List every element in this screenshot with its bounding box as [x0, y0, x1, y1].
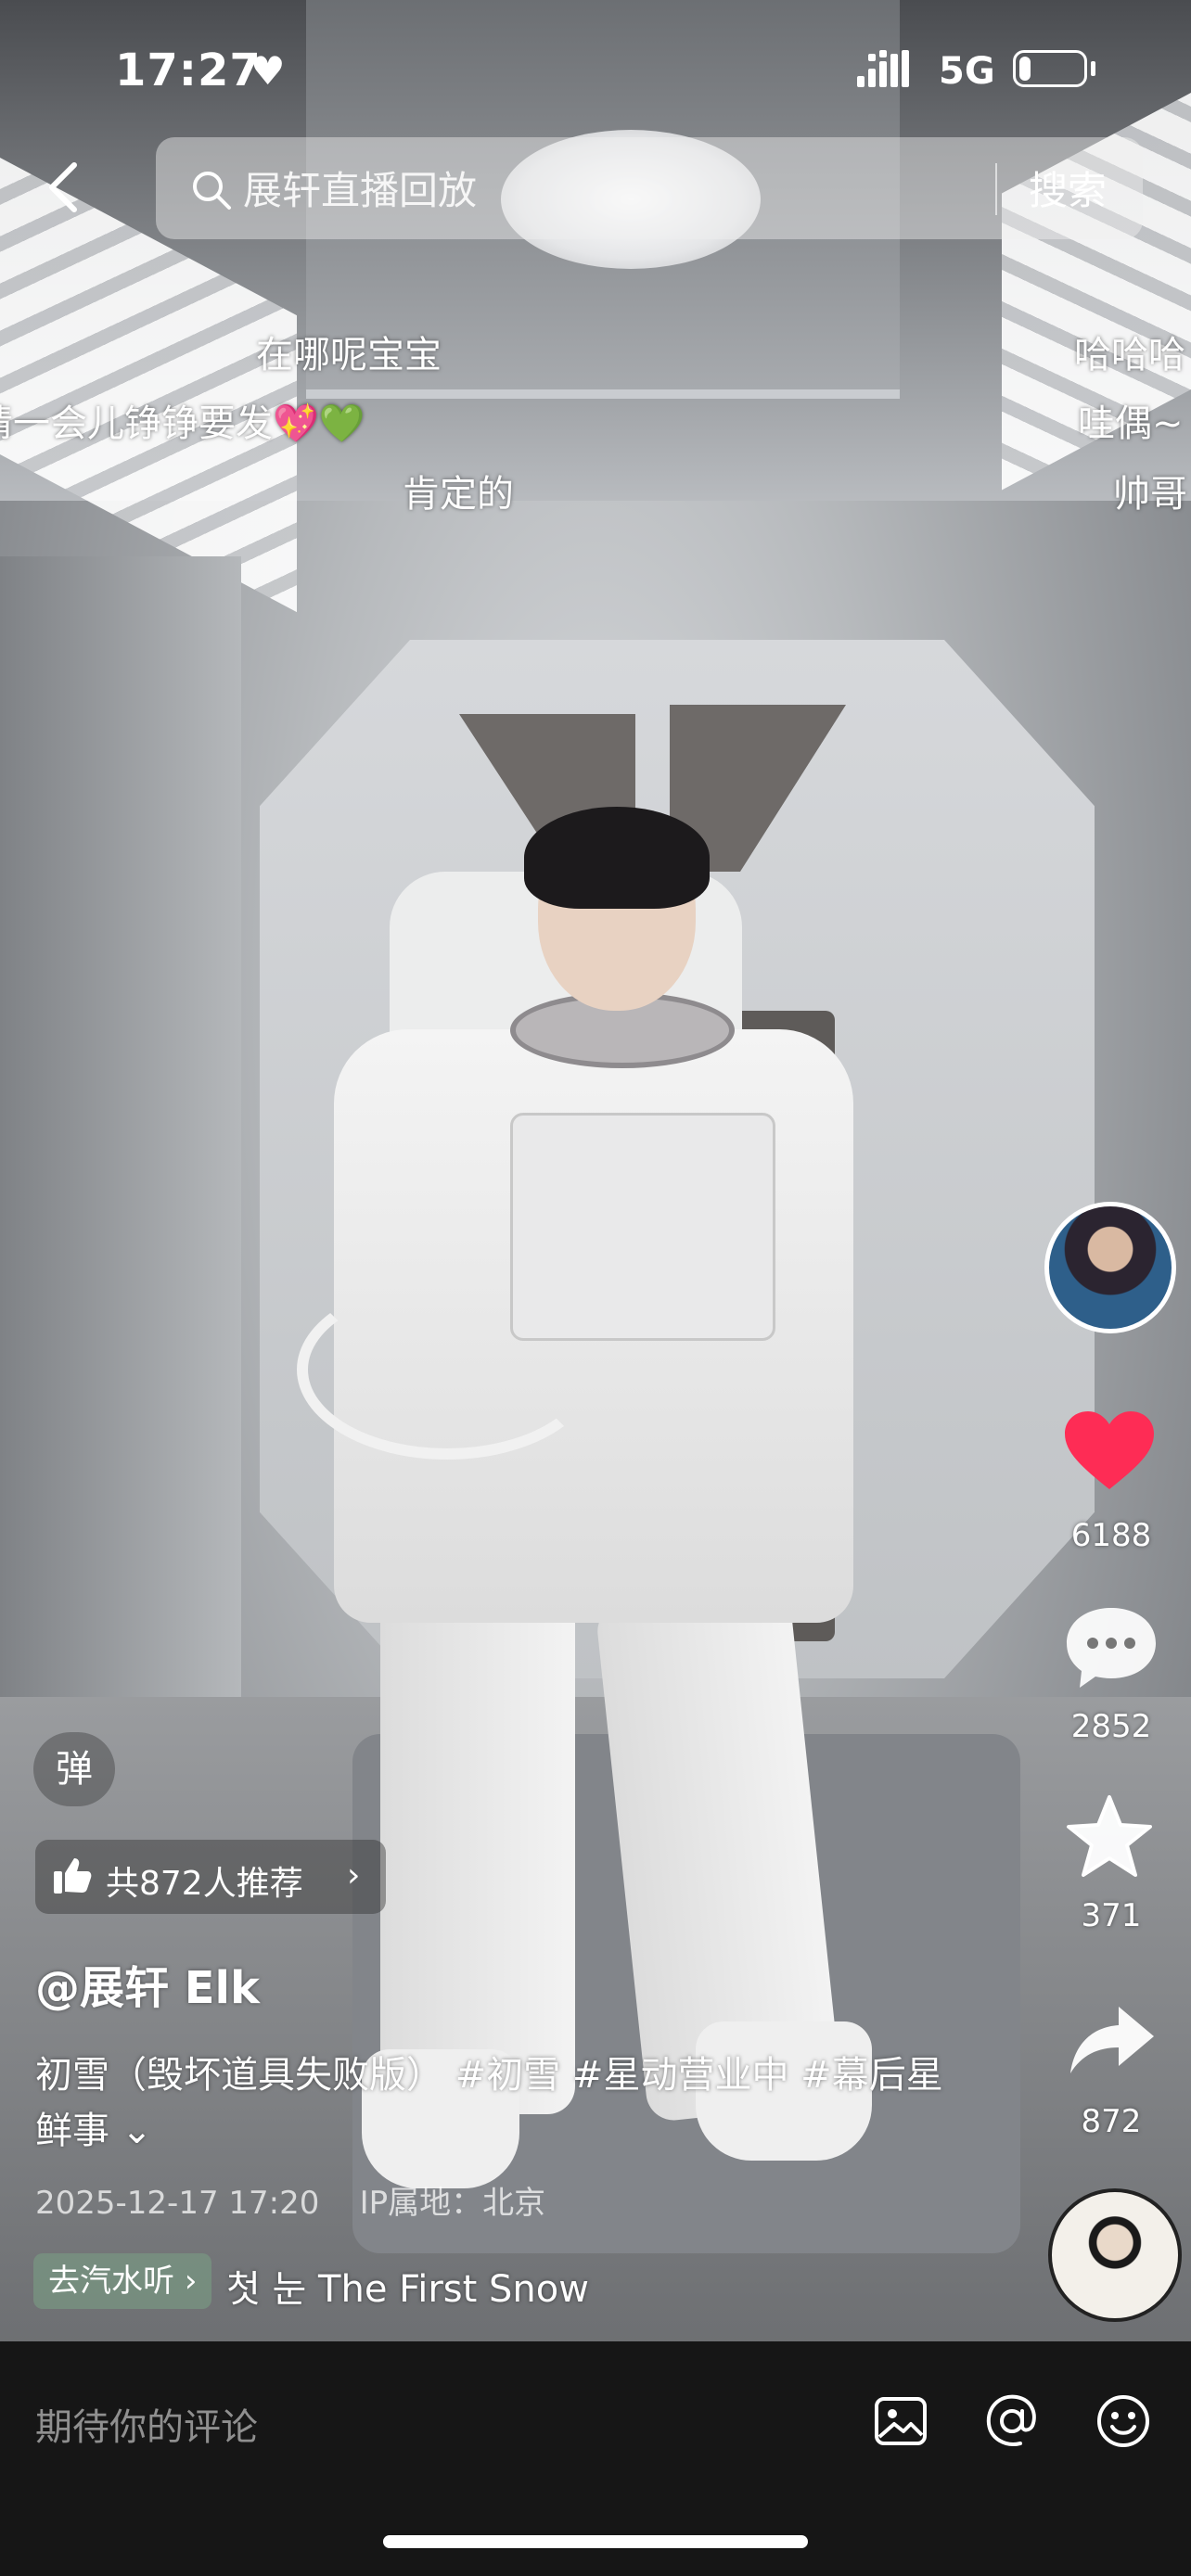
search-button[interactable]: 搜索 [1007, 159, 1128, 216]
home-indicator[interactable] [383, 2535, 808, 2548]
status-time: 17:27 [115, 45, 262, 96]
comment-count: 2852 [1070, 1708, 1152, 1745]
astronaut-hose [297, 1280, 597, 1460]
signal-icon [857, 50, 909, 87]
music-disc-icon[interactable] [1048, 2188, 1182, 2322]
chevron-right-icon: › [184, 2263, 198, 2300]
search-icon [193, 172, 231, 210]
like-icon[interactable] [1063, 1409, 1156, 1493]
battery-icon [1013, 50, 1087, 87]
recommend-text: 共872人推荐 [106, 1865, 303, 1903]
post-timestamp: 2025-12-17 17:20 [35, 2185, 320, 2222]
danmaku-comment: 猜一会儿铮铮要发💖💚 [0, 402, 365, 445]
emoji-icon[interactable] [1095, 2392, 1152, 2450]
favorite-count: 371 [1081, 1897, 1142, 1934]
network-type: 5G [939, 50, 995, 93]
like-count: 6188 [1070, 1517, 1152, 1554]
description-text: 初雪（毁坏道具失败版） #初雪 #星动营业中 #幕后星鲜事 [35, 2054, 943, 2152]
astronaut-figure [278, 807, 890, 2244]
danmaku-comment: 在哪呢宝宝 [256, 334, 442, 376]
danmaku-comment: 哇偶~ [1078, 402, 1184, 445]
author-name[interactable]: @展轩 Elk [35, 1951, 260, 2016]
danmaku-comment: 肯定的 [403, 473, 514, 516]
favorite-star-icon[interactable] [1065, 1793, 1154, 1879]
share-arrow-icon[interactable] [1067, 2003, 1156, 2077]
post-location: IP属地：北京 [359, 2185, 546, 2222]
chevron-right-icon: › [347, 1856, 361, 1894]
wall-panel [0, 556, 241, 1762]
image-icon[interactable] [872, 2392, 929, 2450]
post-meta: 2025-12-17 17:20 IP属地：北京 [35, 2177, 545, 2223]
at-icon[interactable] [983, 2392, 1041, 2450]
battery-tip [1091, 61, 1095, 76]
music-source-tag[interactable]: 去汽水听 › [33, 2253, 212, 2309]
thumbs-up-icon [54, 1858, 92, 1894]
comment-input[interactable]: 期待你的评论 [35, 2397, 258, 2451]
music-title[interactable]: 첫 눈 The First Snow [226, 2259, 589, 2313]
author-avatar[interactable] [1044, 1202, 1176, 1333]
astronaut-hair [524, 807, 710, 909]
expand-chevron-icon[interactable]: ⌄ [122, 2110, 153, 2152]
search-divider [995, 163, 997, 215]
share-count: 872 [1081, 2103, 1142, 2140]
danmaku-toggle-button[interactable]: 弹 [33, 1732, 115, 1806]
danmaku-comment: 哈哈哈 [1074, 334, 1185, 376]
danmaku-comment: 帅哥 [1113, 473, 1187, 516]
battery-level [1019, 57, 1031, 81]
post-description[interactable]: 初雪（毁坏道具失败版） #初雪 #星动营业中 #幕后星鲜事 ⌄ [35, 2047, 944, 2159]
astronaut-leg [380, 1595, 575, 2114]
heart-icon: ♥ [250, 48, 286, 94]
back-arrow-icon[interactable] [43, 159, 83, 215]
comment-icon[interactable] [1063, 1602, 1159, 1691]
music-tag-label: 去汽水听 [48, 2263, 174, 2300]
search-input[interactable]: 展轩直播回放 [243, 159, 477, 216]
